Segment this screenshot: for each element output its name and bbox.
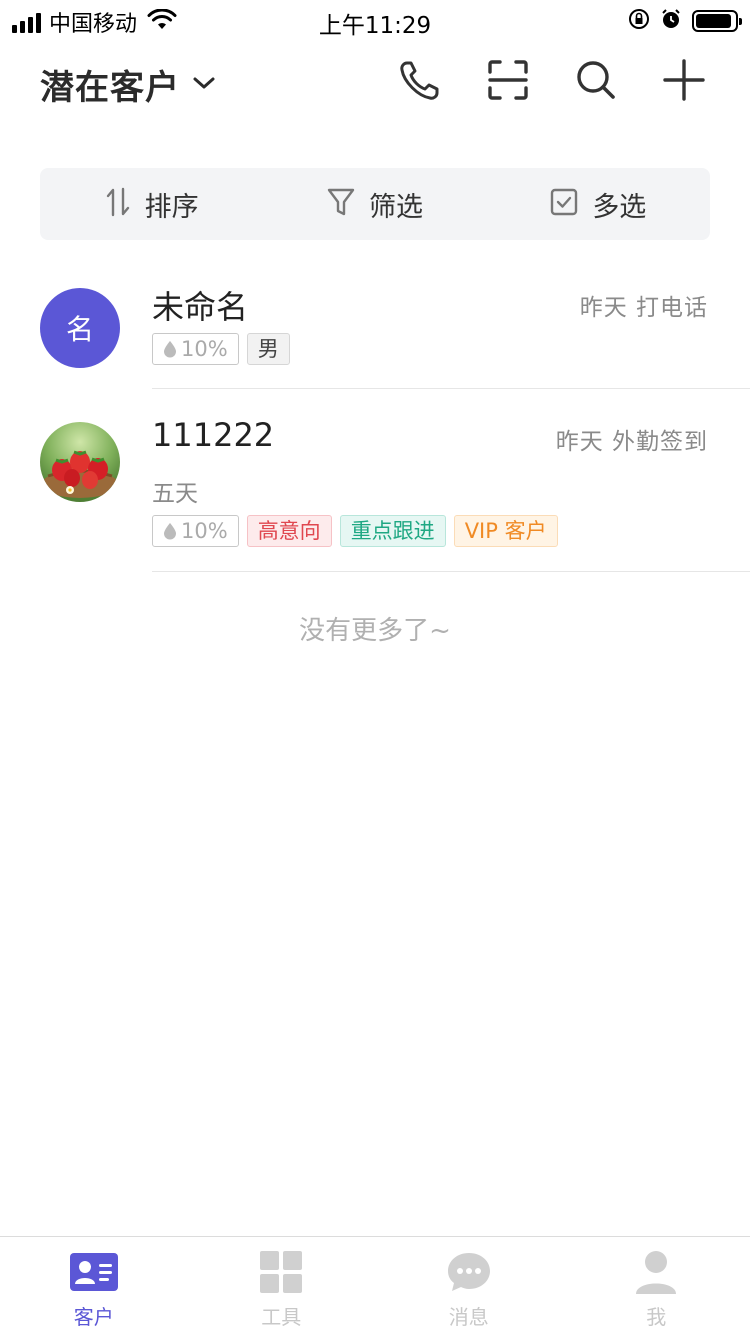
tab-tools[interactable]: 工具 [188,1237,376,1334]
chevron-down-icon [192,75,216,95]
battery-icon [692,10,742,32]
tag-gender: 男 [246,333,290,365]
header: 潜在客户 [0,50,750,120]
chat-bubble-icon [446,1251,492,1293]
tag-vip: VIP 客户 [453,515,558,547]
status-bar: 中国移动 上午11:29 [0,0,750,40]
scan-icon[interactable] [486,58,530,102]
probability-badge: 10% [152,515,239,547]
customer-name: 未命名 [152,288,249,326]
filter-icon [327,187,355,221]
probability-badge: 10% [152,333,239,365]
sort-button[interactable]: 排序 [40,185,263,224]
filter-button[interactable]: 筛选 [263,185,486,224]
avatar: 名 [40,288,120,368]
filter-label: 筛选 [368,191,423,223]
customer-list: 名 未命名 昨天 打电话 10% 男 111222 昨天 外勤签到 五天 10%… [0,268,750,572]
rotation-lock-icon [628,8,650,34]
list-item[interactable]: 名 未命名 昨天 打电话 10% 男 [0,268,750,390]
last-activity: 昨天 外勤签到 [555,429,708,455]
list-item[interactable]: 111222 昨天 外勤签到 五天 10% 高意向 重点跟进 VIP 客户 [0,390,750,572]
checkbox-icon [550,188,578,220]
page-title: 潜在客户 [40,68,180,108]
drop-icon [164,341,176,358]
contact-card-icon [69,1251,118,1293]
divider [152,571,750,572]
plus-icon[interactable] [662,58,706,102]
phone-icon[interactable] [398,58,442,102]
list-end-text: 没有更多了~ [299,616,451,646]
tag-high-intent: 高意向 [246,515,332,547]
title-dropdown[interactable]: 潜在客户 [40,60,216,109]
tab-customers[interactable]: 客户 [0,1237,188,1334]
tab-label: 消息 [448,1305,489,1329]
tab-label: 工具 [261,1305,302,1329]
grid-icon [260,1251,303,1293]
multiselect-button[interactable]: 多选 [487,185,710,224]
avatar [40,422,120,502]
customer-subtitle: 五天 [152,481,198,507]
sort-label: 排序 [144,191,199,223]
sort-icon [105,187,131,221]
multiselect-label: 多选 [592,191,647,223]
user-icon [635,1251,677,1294]
tab-label: 客户 [73,1305,114,1329]
tab-me[interactable]: 我 [563,1237,750,1334]
customer-name: 111222 [152,416,275,454]
tag-key-followup: 重点跟进 [339,515,446,547]
tab-bar: 客户 工具 消息 我 [0,1236,750,1334]
last-activity: 昨天 打电话 [579,295,708,321]
alarm-icon [660,8,682,34]
tab-label: 我 [646,1305,667,1329]
drop-icon [164,523,176,540]
divider [152,388,750,389]
toolbar: 排序 筛选 多选 [40,168,710,240]
tab-messages[interactable]: 消息 [375,1237,563,1334]
search-icon[interactable] [574,58,618,102]
